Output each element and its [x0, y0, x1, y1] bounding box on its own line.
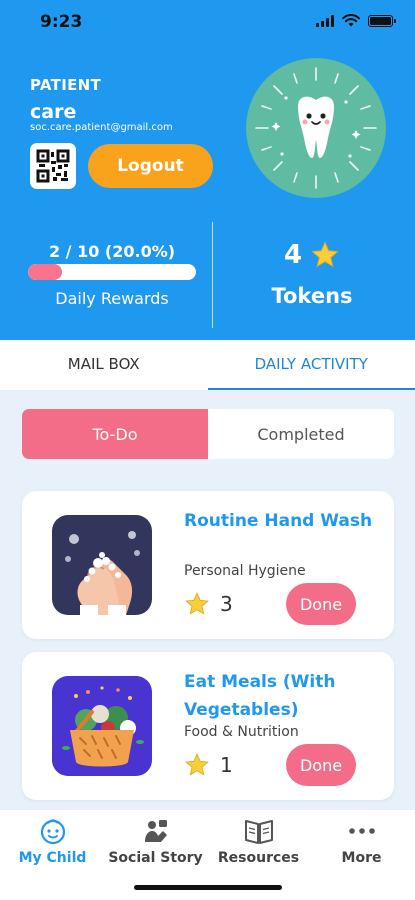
book-icon	[244, 820, 273, 844]
hand-wash-icon	[52, 515, 152, 615]
activity-category: Food & Nutrition	[184, 724, 299, 740]
profile-header: 9:23 PATIENT care soc.care.patient@gmail…	[0, 0, 415, 340]
tokens-summary: 4	[214, 240, 410, 270]
nav-my-child[interactable]: My Child	[1, 816, 104, 866]
nav-social-story[interactable]: Social Story	[104, 816, 207, 866]
tokens-count: 4	[283, 240, 303, 270]
done-button[interactable]: Done	[286, 583, 356, 625]
user-email: soc.care.patient@gmail.com	[30, 122, 173, 133]
activity-star-count: 1	[220, 753, 233, 777]
battery-icon	[368, 14, 396, 27]
star-icon	[311, 241, 339, 268]
qr-code-button[interactable]	[30, 143, 76, 189]
header-divider	[212, 222, 213, 328]
nav-label: My Child	[18, 850, 87, 866]
nav-resources[interactable]: Resources	[207, 816, 310, 866]
cellular-signal-icon	[316, 14, 334, 27]
status-bar: 9:23	[0, 12, 415, 36]
activity-card[interactable]: Eat Meals (With Vegetables) Food & Nutri…	[22, 652, 394, 800]
tab-daily-activity[interactable]: DAILY ACTIVITY	[207, 340, 415, 390]
tokens-label: Tokens	[271, 284, 353, 308]
activity-card[interactable]: Routine Hand Wash Personal Hygiene 3 Don…	[22, 491, 394, 639]
nav-label: Social Story	[108, 850, 203, 866]
tooth-mascot-icon	[255, 67, 377, 189]
status-time: 9:23	[40, 12, 83, 32]
activity-star-count: 3	[220, 592, 233, 616]
done-button[interactable]: Done	[286, 744, 356, 786]
user-name: care	[30, 101, 77, 123]
rewards-progress-text: 2 / 10 (20.0%)	[48, 242, 176, 261]
rewards-progress-fill	[28, 264, 62, 280]
star-icon	[185, 753, 209, 776]
child-face-icon	[40, 819, 65, 845]
todo-segment-button[interactable]: To-Do	[22, 409, 208, 459]
logout-button[interactable]: Logout	[88, 144, 213, 188]
completed-segment-button[interactable]: Completed	[208, 409, 394, 459]
more-dots-icon	[348, 828, 375, 834]
user-role: PATIENT	[30, 76, 102, 94]
activity-title: Eat Meals (With Vegetables)	[184, 672, 336, 720]
rewards-progress-bar	[28, 264, 196, 280]
social-story-icon	[144, 820, 167, 842]
nav-more[interactable]: More	[310, 816, 413, 866]
nav-label: More	[341, 850, 382, 866]
wifi-icon	[342, 14, 360, 27]
top-tabs: MAIL BOX DAILY ACTIVITY	[0, 340, 415, 390]
qr-code-icon	[36, 149, 70, 183]
status-icons	[316, 14, 396, 27]
tab-mail-box[interactable]: MAIL BOX	[0, 340, 208, 390]
tooth-avatar	[246, 58, 386, 198]
activity-category: Personal Hygiene	[184, 563, 306, 579]
nav-label: Resources	[217, 850, 300, 866]
home-indicator	[134, 885, 282, 890]
activity-status-toggle: To-Do Completed	[22, 409, 394, 459]
vegetable-basket-icon	[52, 676, 152, 776]
star-icon	[185, 592, 209, 615]
activity-title: Routine Hand Wash	[184, 511, 373, 531]
rewards-label: Daily Rewards	[55, 289, 169, 308]
